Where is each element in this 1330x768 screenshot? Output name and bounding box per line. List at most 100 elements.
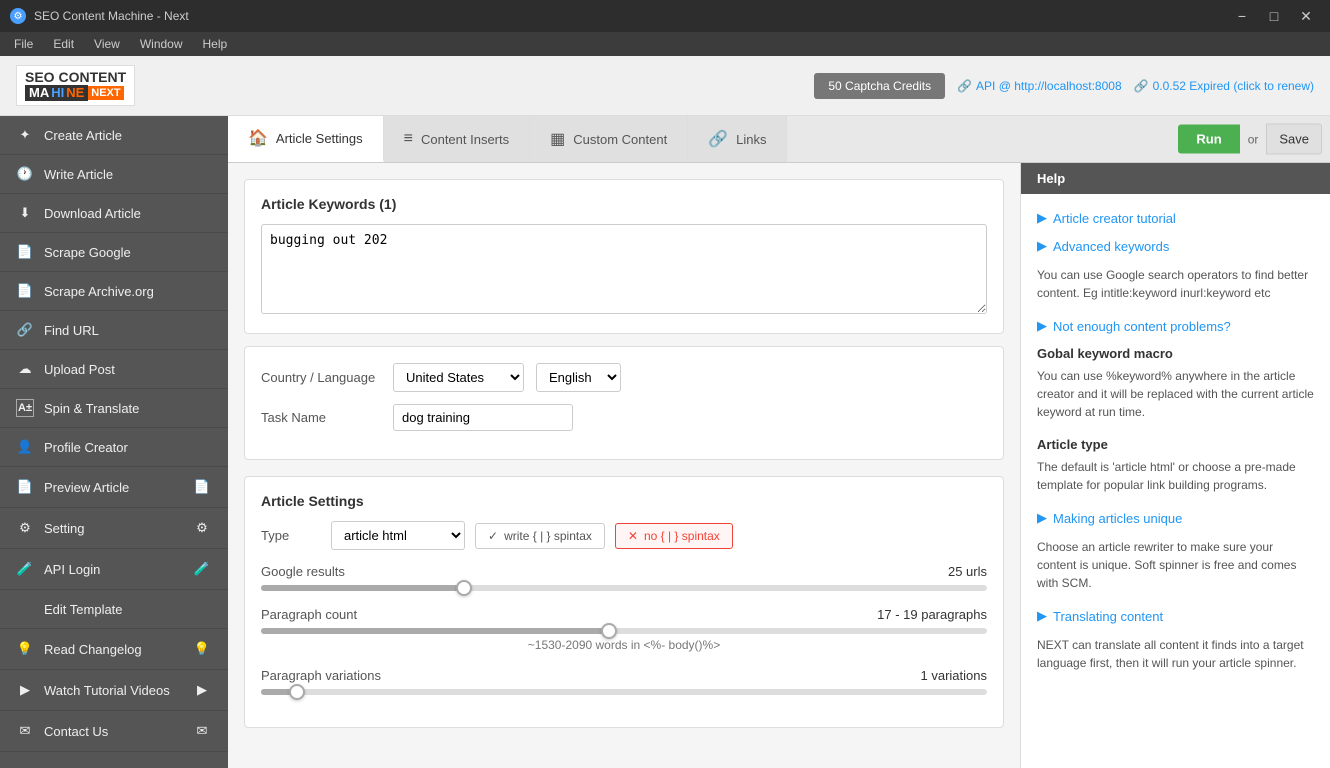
- sidebar-item-preview-article[interactable]: 📄 Preview Article 📄: [0, 467, 228, 508]
- sidebar-item-scrape-archive[interactable]: 📄 Scrape Archive.org: [0, 272, 228, 311]
- google-results-value: 25 urls: [948, 564, 987, 579]
- article-settings-title: Article Settings: [261, 493, 987, 509]
- not-enough-label: Not enough content problems?: [1053, 319, 1231, 334]
- paragraph-count-value: 17 - 19 paragraphs: [877, 607, 987, 622]
- help-panel: Help ▶ Article creator tutorial ▶ Advanc…: [1020, 163, 1330, 768]
- google-results-slider-row: Google results 25 urls: [261, 564, 987, 591]
- article-creator-tutorial-link[interactable]: ▶ Article creator tutorial: [1037, 210, 1314, 226]
- making-unique-link[interactable]: ▶ Making articles unique: [1037, 510, 1314, 526]
- article-keywords-textarea[interactable]: bugging out 202: [261, 224, 987, 314]
- no-spintax-button[interactable]: ✕ no { | } spintax: [615, 523, 733, 549]
- tab-links[interactable]: 🔗 Links: [688, 116, 787, 162]
- download-article-icon: ⬇: [16, 204, 34, 222]
- tab-content-inserts[interactable]: ≡ Content Inserts: [384, 116, 531, 162]
- logo-area: SEO CONTENT MAHINE NEXT: [16, 65, 135, 107]
- menu-view[interactable]: View: [86, 35, 128, 53]
- app-icon: ⚙: [10, 8, 26, 24]
- read-changelog-label: Read Changelog: [44, 642, 182, 657]
- article-tutorial-play-icon: ▶: [1037, 210, 1047, 226]
- write-spintax-button[interactable]: ✓ write { | } spintax: [475, 523, 605, 549]
- api-login-right-icon: 🧪: [192, 559, 212, 579]
- paragraph-count-track: [261, 628, 987, 634]
- sidebar-item-profile-creator[interactable]: 👤 Profile Creator: [0, 428, 228, 467]
- sidebar-item-api-login[interactable]: 🧪 API Login 🧪: [0, 549, 228, 590]
- country-select[interactable]: United States United Kingdom Canada Aust…: [393, 363, 524, 392]
- sidebar-item-download-article[interactable]: ⬇ Download Article: [0, 194, 228, 233]
- sidebar-item-write-article[interactable]: 🕐 Write Article: [0, 155, 228, 194]
- language-select[interactable]: English Spanish French German: [536, 363, 621, 392]
- download-article-label: Download Article: [44, 206, 212, 221]
- header-actions: 50 Captcha Credits 🔗 API @ http://localh…: [814, 73, 1314, 99]
- no-spintax-label: no { | } spintax: [644, 529, 720, 543]
- paragraph-count-fill: [261, 628, 609, 634]
- preview-article-label: Preview Article: [44, 480, 182, 495]
- sidebar-item-edit-template[interactable]: Edit Template: [0, 590, 228, 629]
- custom-content-tab-icon: ▦: [550, 129, 565, 149]
- scrape-google-label: Scrape Google: [44, 245, 212, 260]
- country-language-label: Country / Language: [261, 370, 381, 385]
- paragraph-variations-track: [261, 689, 987, 695]
- tab-article-settings[interactable]: 🏠 Article Settings: [228, 116, 384, 162]
- version-link[interactable]: 🔗 0.0.52 Expired (click to renew): [1134, 79, 1314, 93]
- or-label: or: [1244, 132, 1263, 146]
- run-save-area: Run or Save: [1178, 124, 1322, 155]
- sidebar-item-upload-post[interactable]: ☁ Upload Post: [0, 350, 228, 389]
- maximize-button[interactable]: □: [1260, 6, 1288, 26]
- sidebar-item-scrape-google[interactable]: 📄 Scrape Google: [0, 233, 228, 272]
- sidebar-item-find-url[interactable]: 🔗 Find URL: [0, 311, 228, 350]
- minimize-button[interactable]: −: [1228, 6, 1256, 26]
- google-results-thumb[interactable]: [456, 580, 472, 596]
- type-select[interactable]: article html article text custom templat…: [331, 521, 465, 550]
- type-label: Type: [261, 528, 321, 543]
- api-link[interactable]: 🔗 API @ http://localhost:8008: [957, 79, 1122, 93]
- find-url-icon: 🔗: [16, 321, 34, 339]
- tab-custom-content[interactable]: ▦ Custom Content: [530, 116, 688, 162]
- menu-file[interactable]: File: [6, 35, 41, 53]
- translating-play-icon: ▶: [1037, 608, 1047, 624]
- help-header-label: Help: [1037, 171, 1065, 186]
- write-spintax-check-icon: ✓: [488, 529, 498, 543]
- advanced-keywords-text: You can use Google search operators to f…: [1037, 266, 1314, 302]
- version-label: 0.0.52 Expired (click to renew): [1153, 79, 1314, 93]
- paragraph-variations-thumb[interactable]: [289, 684, 305, 700]
- content-inserts-tab-icon: ≡: [404, 130, 413, 148]
- task-name-row: Task Name: [261, 404, 987, 431]
- captcha-button[interactable]: 50 Captcha Credits: [814, 73, 945, 99]
- sidebar: ✦ Create Article 🕐 Write Article ⬇ Downl…: [0, 116, 228, 768]
- advanced-keywords-play-icon: ▶: [1037, 238, 1047, 254]
- google-results-label: Google results: [261, 564, 381, 579]
- sidebar-item-setting[interactable]: ⚙ Setting ⚙: [0, 508, 228, 549]
- article-type-text: The default is 'article html' or choose …: [1037, 458, 1314, 494]
- tab-bar: 🏠 Article Settings ≡ Content Inserts ▦ C…: [228, 116, 1330, 163]
- sidebar-item-contact-us[interactable]: ✉ Contact Us ✉: [0, 711, 228, 752]
- menu-help[interactable]: Help: [195, 35, 236, 53]
- translating-link[interactable]: ▶ Translating content: [1037, 608, 1314, 624]
- write-article-icon: 🕐: [16, 165, 34, 183]
- not-enough-content-link[interactable]: ▶ Not enough content problems?: [1037, 318, 1314, 334]
- titlebar: ⚙ SEO Content Machine - Next − □ ✕: [0, 0, 1330, 32]
- article-settings-card: Article Settings Type article html artic…: [244, 476, 1004, 728]
- paragraph-count-thumb[interactable]: [601, 623, 617, 639]
- run-button[interactable]: Run: [1178, 125, 1239, 154]
- menu-edit[interactable]: Edit: [45, 35, 82, 53]
- translating-text: NEXT can translate all content it finds …: [1037, 636, 1314, 672]
- sidebar-item-create-article[interactable]: ✦ Create Article: [0, 116, 228, 155]
- external-link-icon: 🔗: [957, 79, 972, 93]
- task-name-input[interactable]: [393, 404, 573, 431]
- api-login-label: API Login: [44, 562, 182, 577]
- close-button[interactable]: ✕: [1292, 6, 1320, 26]
- logo-seo: SEO CONTENT: [25, 70, 126, 85]
- sidebar-item-read-changelog[interactable]: 💡 Read Changelog 💡: [0, 629, 228, 670]
- google-results-track: [261, 585, 987, 591]
- advanced-keywords-link[interactable]: ▶ Advanced keywords: [1037, 238, 1314, 254]
- find-url-label: Find URL: [44, 323, 212, 338]
- sidebar-item-spin-translate[interactable]: A± Spin & Translate: [0, 389, 228, 428]
- country-language-card: Country / Language United States United …: [244, 346, 1004, 460]
- watch-tutorials-right-icon: ▶: [192, 680, 212, 700]
- advanced-keywords-label: Advanced keywords: [1053, 239, 1169, 254]
- save-button[interactable]: Save: [1266, 124, 1322, 155]
- menu-window[interactable]: Window: [132, 35, 191, 53]
- scrape-archive-label: Scrape Archive.org: [44, 284, 212, 299]
- contact-us-icon: ✉: [16, 722, 34, 740]
- sidebar-item-watch-tutorials[interactable]: ▶ Watch Tutorial Videos ▶: [0, 670, 228, 711]
